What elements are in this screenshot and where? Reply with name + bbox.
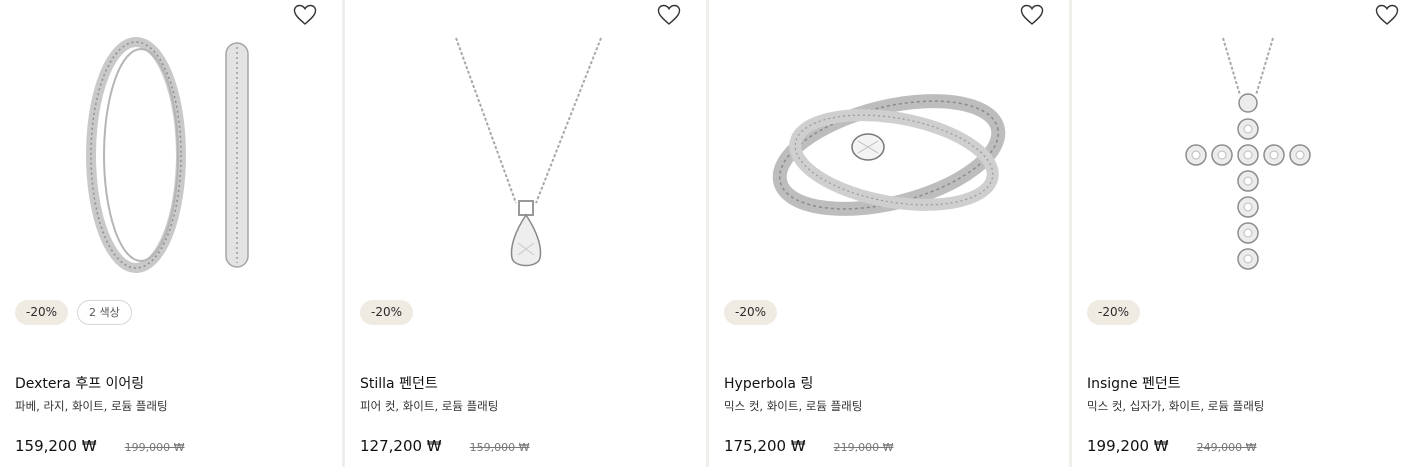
product-description: 믹스 컷, 십자가, 화이트, 로듐 플래팅 — [1087, 399, 1265, 413]
product-card[interactable]: -20% 2 색상 Dextera 후프 이어링 파베, 라지, 화이트, 로듐… — [0, 0, 342, 467]
sale-price: 175,200 ₩ — [724, 437, 806, 455]
discount-badge: -20% — [1087, 300, 1141, 325]
color-count-badge[interactable]: 2 색상 — [77, 300, 132, 325]
product-description: 믹스 컷, 화이트, 로듐 플래팅 — [724, 399, 863, 413]
wishlist-heart-icon[interactable] — [656, 3, 682, 27]
badge-row: -20% — [724, 300, 778, 325]
cross-pendant-image[interactable] — [1072, 30, 1424, 280]
price-row: 175,200 ₩ 219,000 ₩ — [724, 437, 894, 455]
price-row: 127,200 ₩ 159,000 ₩ — [360, 437, 530, 455]
product-card[interactable]: -20% Insigne 펜던트 믹스 컷, 십자가, 화이트, 로듐 플래팅 … — [1072, 0, 1424, 467]
price-row: 159,200 ₩ 199,000 ₩ — [15, 437, 185, 455]
price-row: 199,200 ₩ 249,000 ₩ — [1087, 437, 1257, 455]
sale-price: 127,200 ₩ — [360, 437, 442, 455]
crossover-ring-image[interactable] — [709, 30, 1069, 280]
product-name[interactable]: Dextera 후프 이어링 — [15, 373, 144, 393]
product-name[interactable]: Insigne 펜던트 — [1087, 373, 1181, 393]
original-price: 249,000 ₩ — [1196, 441, 1257, 454]
discount-badge: -20% — [360, 300, 414, 325]
badge-row: -20% — [360, 300, 414, 325]
product-name[interactable]: Hyperbola 링 — [724, 373, 813, 393]
original-price: 159,000 ₩ — [469, 441, 530, 454]
original-price: 199,000 ₩ — [124, 441, 185, 454]
wishlist-heart-icon[interactable] — [1374, 3, 1400, 27]
discount-badge: -20% — [724, 300, 778, 325]
badge-row: -20% 2 색상 — [15, 300, 132, 325]
pear-pendant-image[interactable] — [345, 30, 706, 280]
product-description: 파베, 라지, 화이트, 로듐 플래팅 — [15, 399, 168, 413]
original-price: 219,000 ₩ — [833, 441, 894, 454]
product-name[interactable]: Stilla 펜던트 — [360, 373, 438, 393]
wishlist-heart-icon[interactable] — [292, 3, 318, 27]
wishlist-heart-icon[interactable] — [1019, 3, 1045, 27]
product-grid: -20% 2 색상 Dextera 후프 이어링 파베, 라지, 화이트, 로듐… — [0, 0, 1424, 467]
sale-price: 199,200 ₩ — [1087, 437, 1169, 455]
product-card[interactable]: -20% Hyperbola 링 믹스 컷, 화이트, 로듐 플래팅 175,2… — [709, 0, 1069, 467]
product-card[interactable]: -20% Stilla 펜던트 피어 컷, 화이트, 로듐 플래팅 127,20… — [345, 0, 706, 467]
discount-badge: -20% — [15, 300, 69, 325]
product-description: 피어 컷, 화이트, 로듐 플래팅 — [360, 399, 499, 413]
hoop-earrings-image[interactable] — [0, 30, 342, 280]
sale-price: 159,200 ₩ — [15, 437, 97, 455]
badge-row: -20% — [1087, 300, 1141, 325]
